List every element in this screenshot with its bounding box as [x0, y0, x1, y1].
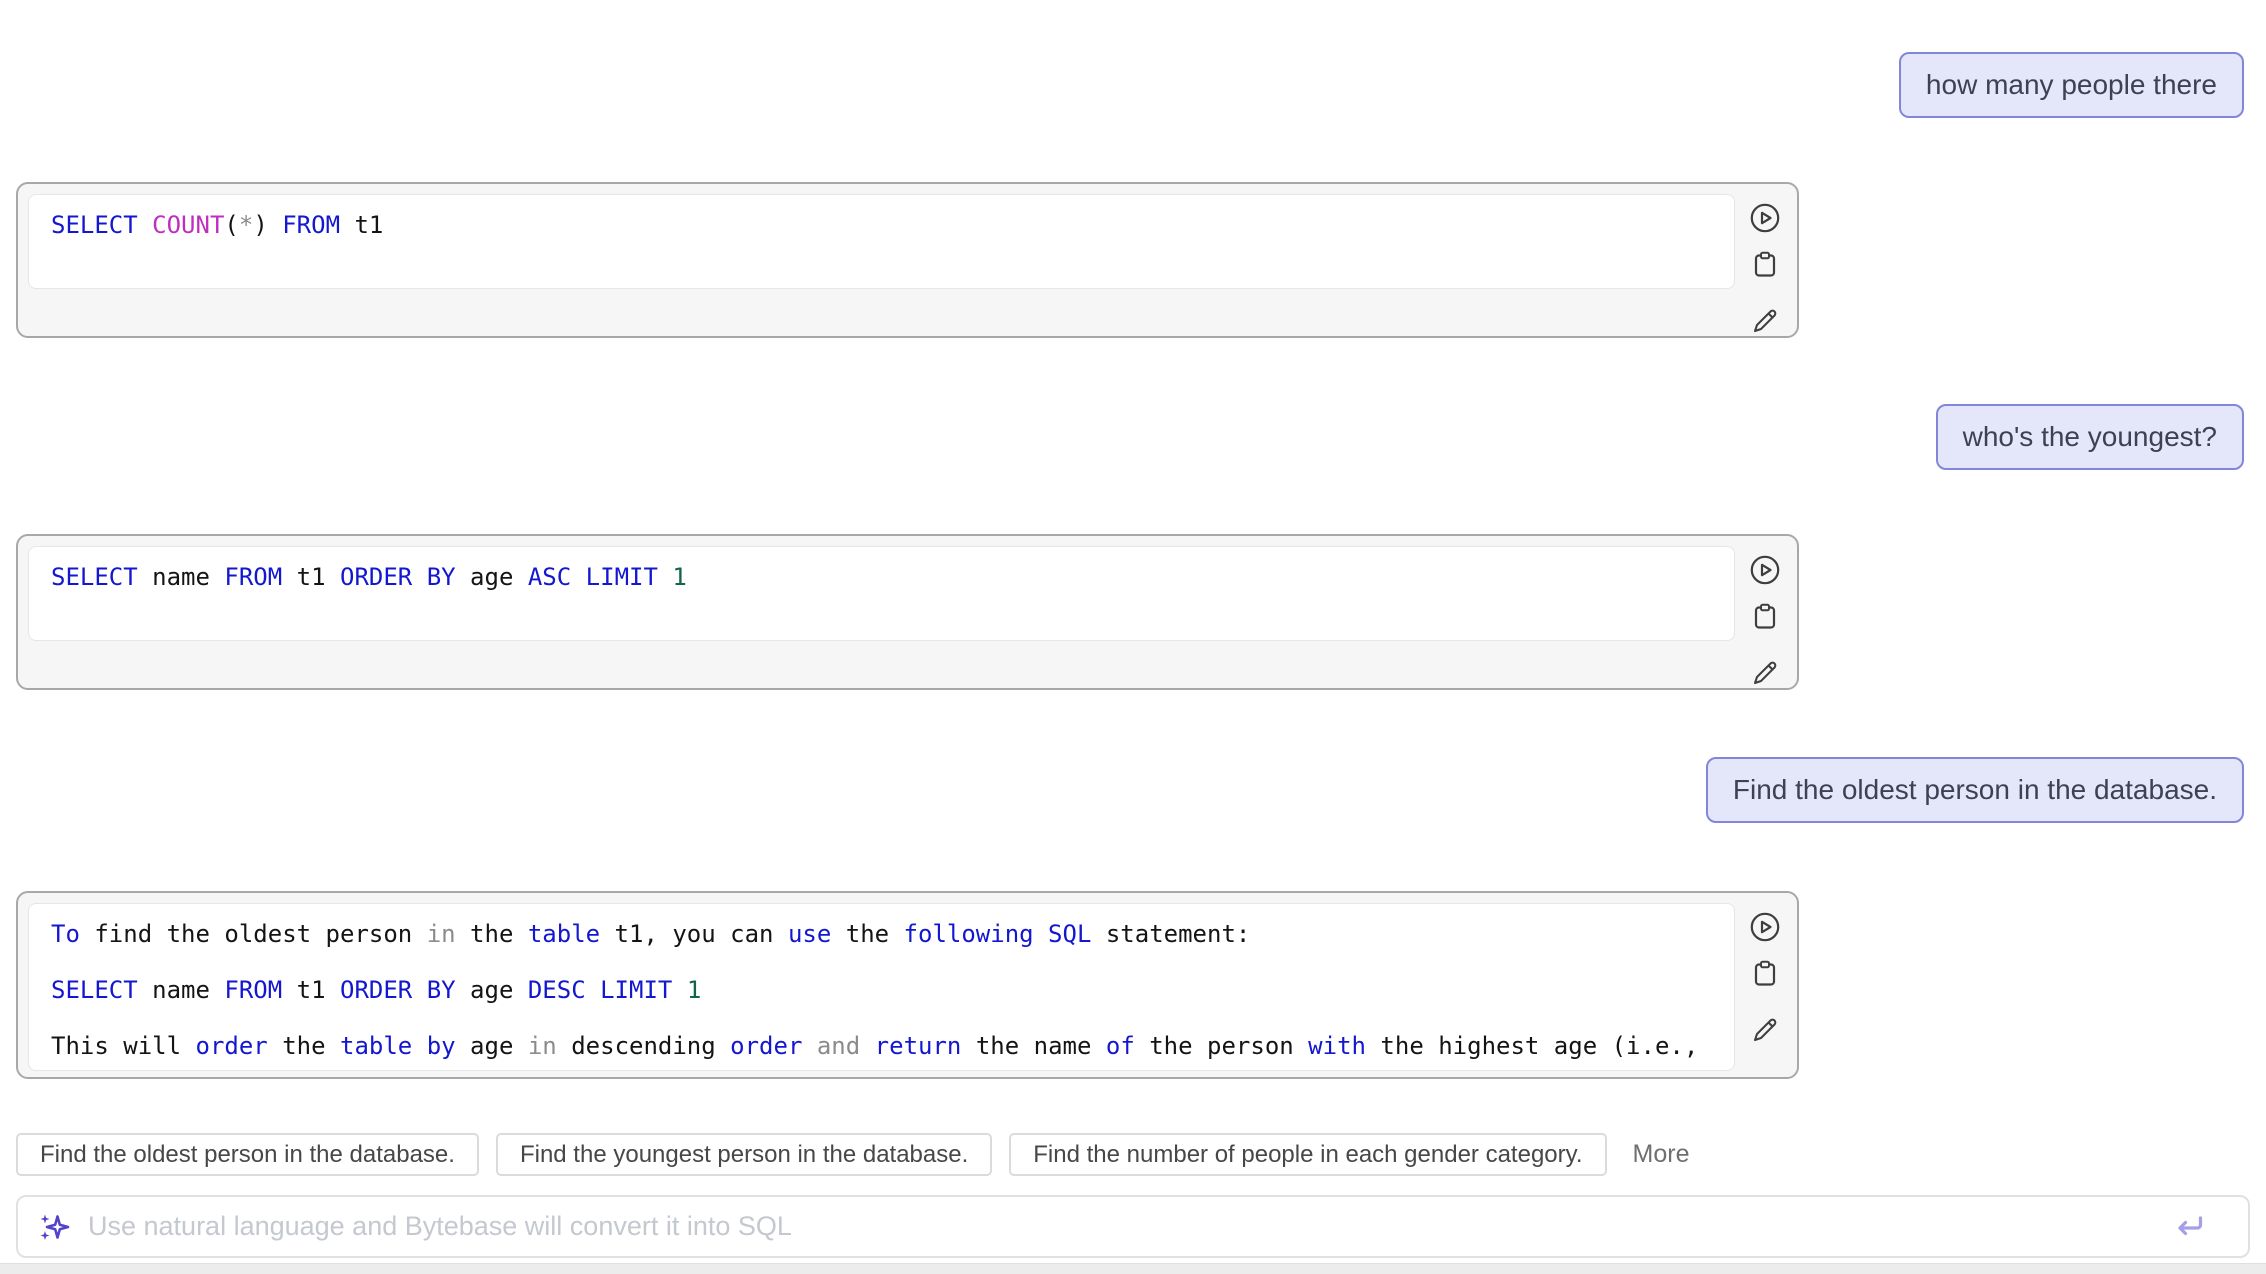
- sql-code-line: SELECT name FROM t1 ORDER BY age ASC LIM…: [51, 560, 1712, 594]
- bottom-panel-edge: [0, 1263, 2266, 1274]
- suggestion-chip-youngest[interactable]: Find the youngest person in the database…: [496, 1133, 992, 1176]
- copy-sql-button[interactable]: [1748, 957, 1782, 991]
- copy-sql-button[interactable]: [1748, 248, 1782, 282]
- card-actions: [1744, 910, 1786, 1047]
- sql-code-line: SELECT name FROM t1 ORDER BY age DESC LI…: [51, 973, 1712, 1007]
- play-icon: [1749, 911, 1781, 943]
- edit-sql-button[interactable]: [1748, 304, 1782, 338]
- sql-code-line: SELECT COUNT(*) FROM t1: [51, 208, 1712, 242]
- user-message: Find the oldest person in the database.: [1706, 757, 2244, 823]
- natural-language-input[interactable]: [86, 1210, 2170, 1243]
- more-suggestions-button[interactable]: More: [1633, 1140, 1690, 1169]
- response-text-line: To find the oldest person in the table t…: [51, 917, 1712, 951]
- clipboard-icon: [1749, 958, 1781, 990]
- suggestion-chip-gender-count[interactable]: Find the number of people in each gender…: [1009, 1133, 1606, 1176]
- run-query-button[interactable]: [1748, 553, 1782, 587]
- sql-editor-area[interactable]: SELECT COUNT(*) FROM t1: [28, 194, 1735, 289]
- ai-sparkle-icon: [38, 1211, 70, 1243]
- pencil-icon: [1749, 1014, 1781, 1046]
- card-actions: [1744, 201, 1786, 338]
- sql-response-card: SELECT COUNT(*) FROM t1: [16, 182, 1799, 338]
- card-actions: [1744, 553, 1786, 690]
- play-icon: [1749, 202, 1781, 234]
- pencil-icon: [1749, 305, 1781, 337]
- clipboard-icon: [1749, 601, 1781, 633]
- sql-response-card: To find the oldest person in the table t…: [16, 891, 1799, 1079]
- edit-sql-button[interactable]: [1748, 656, 1782, 690]
- edit-sql-button[interactable]: [1748, 1013, 1782, 1047]
- run-query-button[interactable]: [1748, 201, 1782, 235]
- user-message: who's the youngest?: [1936, 404, 2244, 470]
- user-message: how many people there: [1899, 52, 2244, 118]
- return-arrow-icon: [2170, 1212, 2206, 1242]
- suggestion-chip-oldest[interactable]: Find the oldest person in the database.: [16, 1133, 479, 1176]
- sql-editor-area[interactable]: SELECT name FROM t1 ORDER BY age ASC LIM…: [28, 546, 1735, 641]
- sql-response-card: SELECT name FROM t1 ORDER BY age ASC LIM…: [16, 534, 1799, 690]
- suggestion-chips-row: Find the oldest person in the database. …: [16, 1133, 2250, 1176]
- sql-editor-area[interactable]: To find the oldest person in the table t…: [28, 903, 1735, 1071]
- copy-sql-button[interactable]: [1748, 600, 1782, 634]
- response-text-line: This will order the table by age in desc…: [51, 1029, 1712, 1063]
- pencil-icon: [1749, 657, 1781, 689]
- play-icon: [1749, 554, 1781, 586]
- nl-to-sql-input-bar: [16, 1195, 2250, 1258]
- run-query-button[interactable]: [1748, 910, 1782, 944]
- clipboard-icon: [1749, 249, 1781, 281]
- submit-query-button[interactable]: [2170, 1212, 2206, 1242]
